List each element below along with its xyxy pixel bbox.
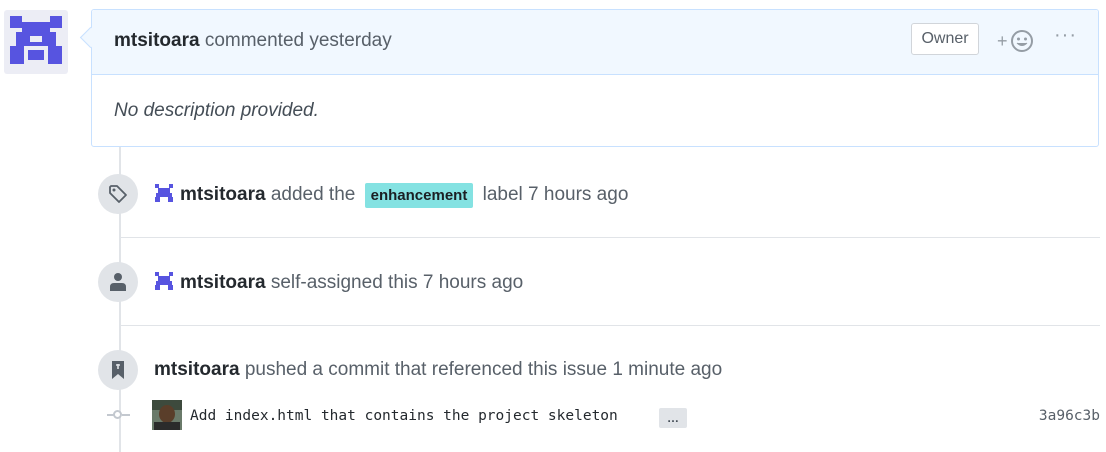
assign-event-text: mtsitoara self-assigned this 7 hours ago (154, 271, 523, 294)
timeline-divider (121, 325, 1100, 326)
expand-commit-button[interactable]: … (659, 408, 687, 428)
comment-header: mtsitoara commented yesterday Owner + ··… (92, 10, 1098, 75)
author-avatar[interactable] (4, 10, 68, 74)
add-reaction-button[interactable]: + (997, 28, 1041, 54)
tag-badge (98, 174, 138, 214)
reaction-plus: + (997, 30, 1008, 51)
timeline-divider (121, 237, 1100, 238)
committer-avatar[interactable] (152, 400, 182, 430)
person-badge (98, 262, 138, 302)
comment-timestamp[interactable]: commented yesterday (205, 30, 392, 51)
tag-icon (109, 185, 127, 203)
assign-event: mtsitoara self-assigned this 7 hours ago (98, 262, 1100, 306)
commit-line-right (122, 414, 130, 416)
label-event-text: mtsitoara added the enhancement label 7 … (154, 183, 628, 208)
issue-comment: mtsitoara commented yesterday Owner + ··… (79, 9, 1099, 147)
bookmark-badge (98, 350, 138, 390)
more-options-button[interactable]: ··· (1054, 24, 1077, 47)
bookmark-icon (112, 361, 124, 379)
owner-badge: Owner (911, 23, 979, 55)
comment-body: No description provided. (114, 100, 319, 121)
enhancement-label[interactable]: enhancement (364, 183, 474, 208)
event-text: self-assigned this 7 hours ago (270, 272, 524, 293)
label-event: mtsitoara added the enhancement label 7 … (98, 174, 1100, 218)
event-text-before: added the (270, 184, 356, 205)
commit-row: Add index.html that contains the project… (104, 400, 1100, 432)
event-actor-link[interactable]: mtsitoara (180, 184, 266, 205)
smiley-icon (1010, 30, 1033, 52)
event-text-after: label 7 hours ago (482, 184, 629, 205)
comment-author-link[interactable]: mtsitoara (114, 30, 200, 51)
commit-event-text: mtsitoara pushed a commit that reference… (154, 359, 722, 381)
comment-byline: mtsitoara commented yesterday (114, 30, 392, 52)
commit-dot-icon (113, 410, 122, 419)
event-actor-link[interactable]: mtsitoara (154, 359, 240, 380)
actor-mini-avatar[interactable] (154, 183, 174, 203)
event-text: pushed a commit that referenced this iss… (244, 359, 723, 380)
commit-message-link[interactable]: Add index.html that contains the project… (190, 408, 618, 424)
commit-sha-link[interactable]: 3a96c3b (1039, 408, 1100, 424)
actor-mini-avatar[interactable] (154, 271, 174, 291)
event-actor-link[interactable]: mtsitoara (180, 272, 266, 293)
commit-reference-event: mtsitoara pushed a commit that reference… (98, 350, 1100, 394)
person-icon (110, 273, 126, 291)
